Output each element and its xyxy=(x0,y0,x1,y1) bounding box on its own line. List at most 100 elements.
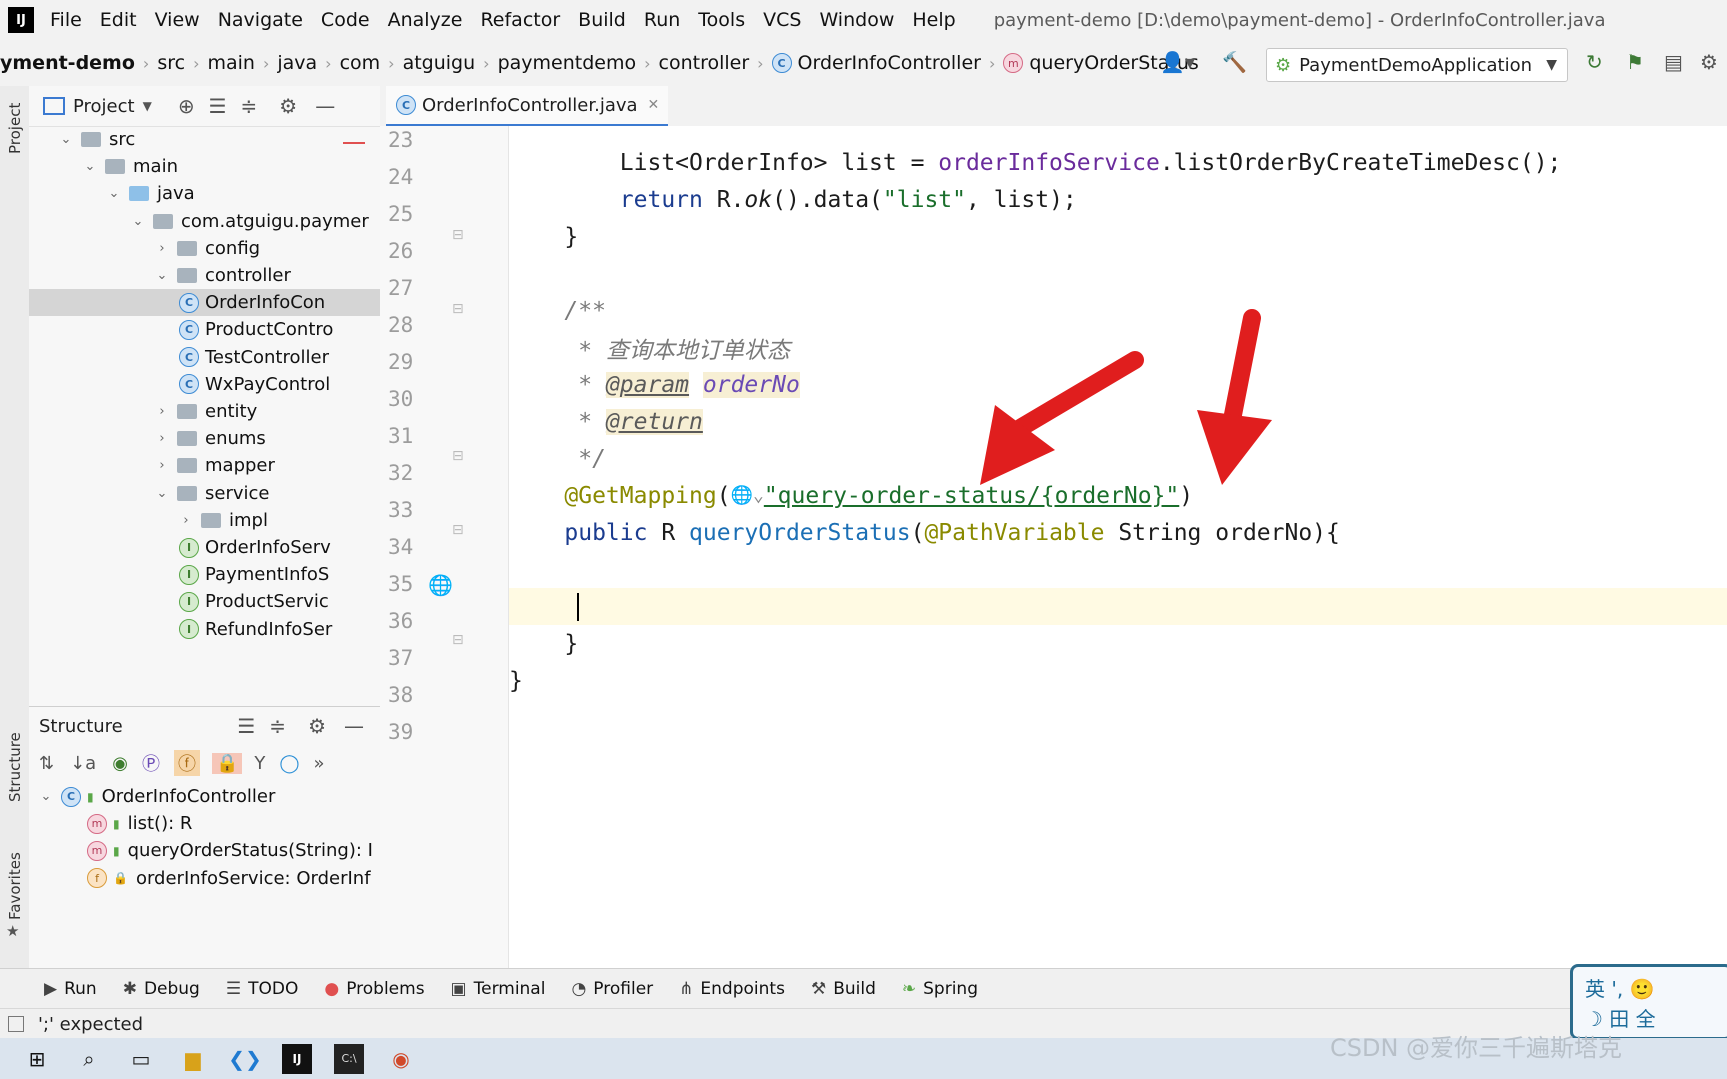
project-panel-title[interactable]: Project xyxy=(73,96,135,117)
structure-item[interactable]: m ▮ queryOrderStatus(String): I xyxy=(29,837,380,864)
inherited-icon[interactable]: ◉ xyxy=(112,753,128,774)
chevron-right-icon[interactable]: › xyxy=(155,241,169,256)
terminal-taskbar-icon[interactable]: C:\ xyxy=(334,1043,364,1074)
tree-item[interactable]: I RefundInfoSer xyxy=(29,616,380,643)
file-explorer-icon[interactable]: ▆ xyxy=(178,1044,208,1074)
chevron-down-icon[interactable]: ⌄ xyxy=(83,159,97,174)
breadcrumb-project[interactable]: yment-demo xyxy=(0,52,135,74)
fold-icon[interactable]: ⊟ xyxy=(452,227,464,243)
lambda-icon[interactable]: Y xyxy=(254,753,265,774)
tree-item[interactable]: ⌄ controller xyxy=(29,262,380,289)
hammer-icon[interactable]: 🔨 xyxy=(1222,50,1247,74)
sort-alpha-icon[interactable]: ↓a xyxy=(70,753,96,774)
menu-edit[interactable]: Edit xyxy=(100,9,137,31)
menu-refactor[interactable]: Refactor xyxy=(480,9,560,31)
breadcrumb-com[interactable]: com xyxy=(340,52,381,74)
tree-item[interactable]: › enums xyxy=(29,425,380,452)
profiler-icon[interactable]: ⚙ xyxy=(1700,50,1718,74)
tool-problems[interactable]: ● Problems xyxy=(324,979,424,999)
gear-icon[interactable]: ⚙ xyxy=(279,94,297,118)
non-public-icon[interactable]: 🔒 xyxy=(211,752,243,774)
properties-icon[interactable]: Ⓟ xyxy=(142,750,160,776)
endpoint-gutter-icon[interactable]: 🌐 xyxy=(428,573,453,597)
tree-item[interactable]: C ProductContro xyxy=(29,316,380,343)
tool-build[interactable]: ⚒ Build xyxy=(811,979,876,999)
tree-item[interactable]: › impl xyxy=(29,507,380,534)
debug-icon[interactable]: ⚑ xyxy=(1626,50,1644,74)
tool-todo[interactable]: ☰ TODO xyxy=(226,979,299,999)
chevron-down-icon[interactable]: ⌄ xyxy=(131,214,145,229)
structure-item[interactable]: m ▮ list(): R xyxy=(29,810,380,837)
chevron-down-icon[interactable]: ⌄ xyxy=(107,186,121,201)
menu-file[interactable]: File xyxy=(50,9,82,31)
breadcrumb-class[interactable]: C OrderInfoController xyxy=(771,52,981,74)
chevron-down-icon[interactable]: ⌄ xyxy=(39,789,53,804)
close-icon[interactable]: ✕ xyxy=(648,97,660,113)
tree-item[interactable]: › config xyxy=(29,235,380,262)
tool-endpoints[interactable]: ⋔ Endpoints xyxy=(679,979,785,999)
gear-icon[interactable]: ⚙ xyxy=(308,714,326,738)
chevron-right-icon[interactable]: › xyxy=(155,431,169,446)
tool-spring[interactable]: ❧ Spring xyxy=(902,979,978,999)
menu-window[interactable]: Window xyxy=(819,9,894,31)
fold-icon[interactable]: ⊟ xyxy=(452,522,464,538)
breadcrumb-java[interactable]: java xyxy=(277,52,317,74)
tree-item[interactable]: › entity xyxy=(29,398,380,425)
chevron-right-icon[interactable]: › xyxy=(155,404,169,419)
tree-item[interactable]: ⌄ java xyxy=(29,180,380,207)
tool-run[interactable]: ▶ Run xyxy=(44,979,97,999)
tree-item[interactable]: I ProductServic xyxy=(29,588,380,615)
coverage-icon[interactable]: ▤ xyxy=(1664,50,1683,74)
project-tool-tab[interactable]: Project xyxy=(6,103,24,154)
tree-item[interactable]: I PaymentInfoS xyxy=(29,561,380,588)
collapse-all-icon[interactable]: ☰ xyxy=(209,94,227,118)
run-configuration-select[interactable]: ⚙ PaymentDemoApplication ▼ xyxy=(1266,48,1568,82)
tree-item[interactable]: C OrderInfoCon xyxy=(29,289,380,317)
menu-analyze[interactable]: Analyze xyxy=(388,9,463,31)
tree-item[interactable]: I OrderInfoServ xyxy=(29,534,380,561)
tool-profiler[interactable]: ◔ Profiler xyxy=(571,979,653,999)
menu-navigate[interactable]: Navigate xyxy=(218,9,303,31)
chevron-down-icon[interactable]: ⌄ xyxy=(59,132,73,147)
chevron-down-icon[interactable]: ⌄ xyxy=(155,486,169,501)
favorites-tool-tab[interactable]: Favorites xyxy=(6,852,24,920)
menu-help[interactable]: Help xyxy=(912,9,955,31)
vscode-icon[interactable]: ❮❯ xyxy=(228,1044,262,1074)
windows-start-icon[interactable]: ⊞ xyxy=(22,1044,52,1074)
chevron-right-icon[interactable]: › xyxy=(155,458,169,473)
fold-icon[interactable]: ⊟ xyxy=(452,632,464,648)
menu-view[interactable]: View xyxy=(155,9,200,31)
breadcrumb-main[interactable]: main xyxy=(207,52,254,74)
code-editor[interactable]: List<OrderInfo> list = orderInfoService.… xyxy=(509,126,1727,968)
tree-item[interactable]: C TestController xyxy=(29,344,380,371)
tree-item[interactable]: ⌄ main xyxy=(29,153,380,180)
menu-vcs[interactable]: VCS xyxy=(763,9,801,31)
breadcrumb-controller[interactable]: controller xyxy=(659,52,750,74)
tree-item[interactable]: C WxPayControl xyxy=(29,371,380,398)
tree-item[interactable]: ⌄ com.atguigu.paymer xyxy=(29,208,380,235)
tree-item[interactable]: ⌄ src xyxy=(29,126,380,153)
fold-icon[interactable]: ⊟ xyxy=(452,448,464,464)
expand-all-icon[interactable]: ≑ xyxy=(269,714,286,738)
chrome-icon[interactable]: ◉ xyxy=(386,1044,416,1074)
breadcrumb-paymentdemo[interactable]: paymentdemo xyxy=(498,52,637,74)
chevron-down-icon[interactable]: ⌄ xyxy=(155,268,169,283)
tree-item[interactable]: ⌄ service xyxy=(29,480,380,507)
web-url-icon[interactable]: 🌐⌄ xyxy=(731,485,764,506)
structure-item[interactable]: ⌄ C ▮ OrderInfoController xyxy=(29,783,380,810)
fold-icon[interactable]: ⊟ xyxy=(452,301,464,317)
task-view-icon[interactable]: ▭ xyxy=(126,1044,156,1074)
collapse-all-icon[interactable]: ☰ xyxy=(237,714,255,738)
rerun-icon[interactable]: ↻ xyxy=(1586,50,1603,74)
user-icon[interactable]: 👤▾ xyxy=(1160,50,1195,74)
structure-item[interactable]: f 🔒 orderInfoService: OrderInf xyxy=(29,865,380,892)
breadcrumb-atguigu[interactable]: atguigu xyxy=(403,52,476,74)
locate-icon[interactable]: ⊕ xyxy=(178,94,195,118)
menu-code[interactable]: Code xyxy=(321,9,370,31)
fields-icon[interactable]: ⓕ xyxy=(173,750,200,776)
more-icon[interactable]: » xyxy=(314,753,325,774)
chevron-right-icon[interactable]: › xyxy=(179,513,193,528)
tree-item[interactable]: › mapper xyxy=(29,452,380,479)
intellij-taskbar-icon[interactable]: IJ xyxy=(282,1043,312,1074)
tab-orderinfocontroller[interactable]: C OrderInfoController.java ✕ xyxy=(386,86,668,128)
